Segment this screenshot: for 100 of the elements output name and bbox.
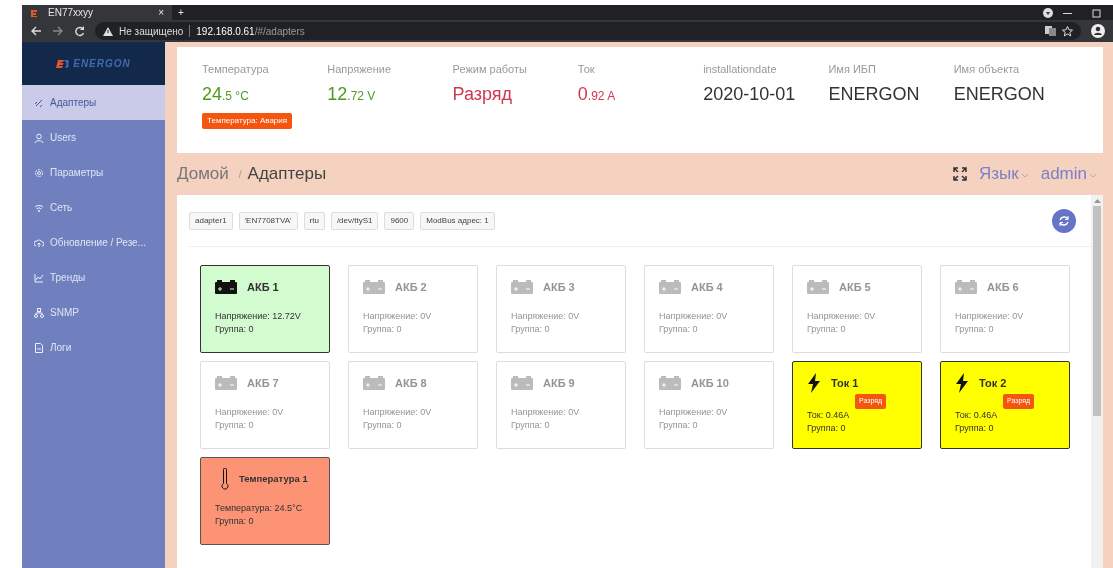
adapter-card[interactable]: АКБ 10 Напряжение: 0V Группа: 0 xyxy=(644,361,774,449)
link-icon xyxy=(34,97,44,108)
card-text: Группа: 0 xyxy=(955,421,995,435)
language-menu[interactable]: Язык xyxy=(978,161,1029,187)
sidebar-item[interactable]: Логи xyxy=(22,330,165,365)
site-logo-icon xyxy=(30,7,40,18)
sidebar-item[interactable]: Обновление / Резе... xyxy=(22,225,165,260)
scrollbar-thumb[interactable] xyxy=(1093,206,1101,416)
card-text: Группа: 0 xyxy=(215,515,255,529)
card-text: Группа: 0 xyxy=(511,323,551,337)
card-text: Напряжение: 0V xyxy=(363,310,433,323)
translate-icon[interactable] xyxy=(1045,26,1056,36)
card-text: Напряжение: 0V xyxy=(511,406,581,419)
adapter-tag: 'EN7708TVA' xyxy=(238,211,298,230)
wifi-icon xyxy=(34,202,44,213)
battery-icon xyxy=(659,376,681,390)
adapter-card[interactable]: АКБ 7 Напряжение: 0V Группа: 0 xyxy=(200,361,330,449)
card-title: АКБ 3 xyxy=(543,279,575,295)
card-text: Напряжение: 0V xyxy=(215,406,285,419)
card-text: Группа: 0 xyxy=(511,419,551,433)
card-title: АКБ 4 xyxy=(691,279,723,295)
address-bar[interactable]: Не защищено 192.168.0.61/#/adapters xyxy=(95,22,1081,40)
card-title: АКБ 5 xyxy=(839,279,871,295)
battery-icon xyxy=(511,280,533,294)
refresh-button[interactable] xyxy=(1052,208,1076,233)
sidebar-item[interactable]: Параметры xyxy=(22,155,165,190)
card-text: Напряжение: 0V xyxy=(363,406,433,419)
adapter-card[interactable]: АКБ 5 Напряжение: 0V Группа: 0 xyxy=(792,265,922,353)
battery-icon xyxy=(215,280,237,294)
star-icon[interactable] xyxy=(1062,25,1073,37)
card-title: Температура 1 xyxy=(239,471,308,486)
stat-label: Имя ИБП xyxy=(828,62,877,77)
forward-icon[interactable] xyxy=(52,26,64,36)
card-title: АКБ 7 xyxy=(247,375,279,391)
battery-icon xyxy=(659,280,681,294)
adapter-card[interactable]: АКБ 4 Напряжение: 0V Группа: 0 xyxy=(644,265,774,353)
document-icon xyxy=(34,342,44,353)
card-title: АКБ 6 xyxy=(987,279,1019,295)
adapter-tag: /dev/ttyS1 xyxy=(330,211,379,230)
adapter-card[interactable]: АКБ 1 Напряжение: 12.72V Группа: 0 xyxy=(200,265,330,353)
battery-icon xyxy=(215,376,237,390)
user-menu[interactable]: admin xyxy=(1040,161,1097,187)
sidebar-item[interactable]: Адаптеры xyxy=(22,85,165,120)
sidebar-item[interactable]: Тренды xyxy=(22,260,165,295)
adapter-card[interactable]: АКБ 9 Напряжение: 0V Группа: 0 xyxy=(496,361,626,449)
warning-icon xyxy=(103,26,113,36)
adapter-card[interactable]: АКБ 6 Напряжение: 0V Группа: 0 xyxy=(940,265,1070,353)
download-icon[interactable] xyxy=(1043,7,1053,18)
adapter-tag: 9600 xyxy=(384,211,415,230)
sidebar-item[interactable]: SNMP xyxy=(22,295,165,330)
card-title: Ток 2 xyxy=(979,375,1007,391)
thermometer-icon xyxy=(221,468,229,490)
card-title: АКБ 2 xyxy=(395,279,427,295)
reload-icon[interactable] xyxy=(74,25,85,37)
breadcrumb-link[interactable]: Домой xyxy=(177,161,229,187)
adapter-card[interactable]: АКБ 8 Напряжение: 0V Группа: 0 xyxy=(348,361,478,449)
card-text: Группа: 0 xyxy=(659,323,699,337)
logo-text: ENERGON xyxy=(73,57,131,71)
alert-badge: Температура: Авария xyxy=(202,113,293,130)
card-title: АКБ 10 xyxy=(691,375,729,391)
stat-value: 0.92 A xyxy=(577,83,617,106)
breadcrumb-separator: / xyxy=(238,167,242,182)
card-text: Напряжение: 0V xyxy=(807,310,877,323)
fullscreen-icon[interactable] xyxy=(952,167,967,181)
caret-icon xyxy=(1020,172,1029,179)
profile-icon[interactable] xyxy=(1091,24,1105,38)
card-text: Группа: 0 xyxy=(955,323,995,337)
tab-close-button[interactable]: × xyxy=(158,5,164,20)
refresh-icon xyxy=(1058,214,1070,227)
card-text: Температура: 24.5°C xyxy=(215,502,304,515)
tab-title[interactable]: EN77xxyy xyxy=(48,5,151,20)
card-title: АКБ 8 xyxy=(395,375,427,391)
card-text: Напряжение: 0V xyxy=(511,310,581,323)
card-text: Ток: 0.46A xyxy=(955,408,999,422)
card-title: АКБ 1 xyxy=(247,279,279,295)
card-text: Группа: 0 xyxy=(659,419,699,433)
card-text: Группа: 0 xyxy=(807,323,847,337)
adapter-card[interactable]: Температура 1 Температура: 24.5°C Группа: 0 xyxy=(200,457,330,545)
stat-value: ENERGON xyxy=(828,83,921,106)
card-text: Группа: 0 xyxy=(363,323,403,337)
stat-label: Имя объекта xyxy=(953,62,1021,77)
lightning-icon xyxy=(807,373,821,393)
scrollbar[interactable] xyxy=(1091,195,1103,568)
caret-icon xyxy=(1089,172,1097,179)
adapter-card[interactable]: АКБ 3 Напряжение: 0V Группа: 0 xyxy=(496,265,626,353)
card-text: Группа: 0 xyxy=(807,421,847,435)
user-icon xyxy=(34,132,44,143)
adapter-card[interactable]: АКБ 2 Напряжение: 0V Группа: 0 xyxy=(348,265,478,353)
security-label: Не защищено xyxy=(119,24,184,39)
new-tab-button[interactable]: + xyxy=(178,5,184,20)
battery-icon xyxy=(955,280,977,294)
card-title: Ток 1 xyxy=(831,375,859,391)
back-icon[interactable] xyxy=(30,26,42,36)
sidebar-item[interactable]: Сеть xyxy=(22,190,165,225)
lightning-icon xyxy=(955,373,969,393)
card-text: Группа: 0 xyxy=(215,419,255,433)
battery-icon xyxy=(363,376,385,390)
sidebar-item[interactable]: Users xyxy=(22,120,165,155)
card-text: Напряжение: 0V xyxy=(955,310,1025,323)
cloud-upload-icon xyxy=(34,237,44,248)
